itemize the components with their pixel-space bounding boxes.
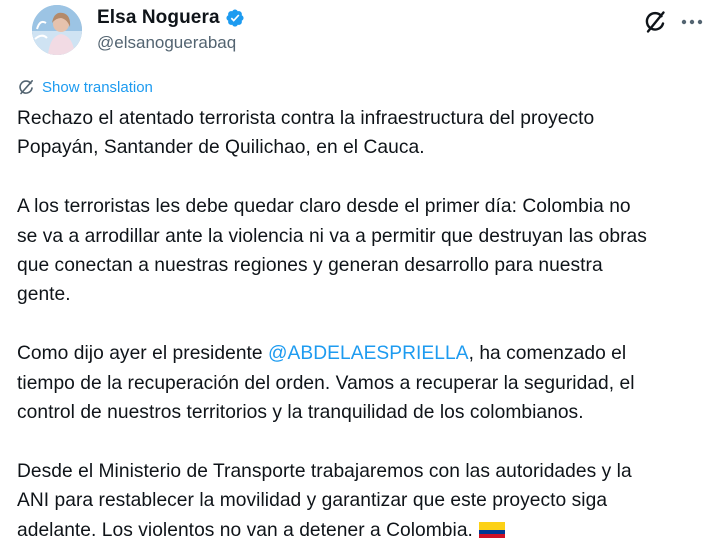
text-line: control de nuestros territorios y la tra… <box>17 402 584 424</box>
avatar[interactable] <box>32 5 82 55</box>
text-line: gente. <box>17 284 71 306</box>
more-options-icon[interactable] <box>680 12 704 32</box>
author-identity: Elsa Noguera @elsanoguerabaq <box>97 6 245 53</box>
show-translation-label[interactable]: Show translation <box>42 79 153 96</box>
tweet-card: Elsa Noguera @elsanoguerabaq Show transl… <box>0 0 720 541</box>
text-line: que conectan a nuestras regiones y gener… <box>17 255 603 277</box>
tweet-paragraph-3: Como dijo ayer el presidente @ABDELAESPR… <box>17 339 717 427</box>
tweet-paragraph-1: Rechazo el atentado terrorista contra la… <box>17 104 717 163</box>
profile-photo <box>32 5 82 55</box>
text-segment: , ha comenzado el <box>468 343 627 365</box>
grok-icon[interactable] <box>642 9 668 35</box>
show-translation-link[interactable]: Show translation <box>17 78 153 96</box>
tweet-text: Rechazo el atentado terrorista contra la… <box>17 104 717 541</box>
text-line: Rechazo el atentado terrorista contra la… <box>17 108 595 129</box>
text-line: Popayán, Santander de Quilichao, en el C… <box>17 137 425 159</box>
text-segment: adelante. Los violentos no van a detener… <box>17 519 473 541</box>
tweet-paragraph-2: A los terroristas les debe quedar claro … <box>17 192 717 310</box>
text-segment: Como dijo ayer el presidente <box>17 343 269 365</box>
text-line: ANI para restablecer la movilidad y gara… <box>17 490 608 512</box>
display-name[interactable]: Elsa Noguera <box>97 7 220 29</box>
text-line: Como dijo ayer el presidente @ABDELAESPR… <box>17 339 717 368</box>
verified-badge-icon <box>225 8 245 28</box>
text-line: A los terroristas les debe quedar claro … <box>17 196 631 218</box>
text-line: se va a arrodillar ante la violencia ni … <box>17 225 647 247</box>
text-line: adelante. Los violentos no van a detener… <box>17 516 717 541</box>
tweet-header: Elsa Noguera @elsanoguerabaq <box>17 0 704 76</box>
text-line: tiempo de la recuperación del orden. Vam… <box>17 372 635 394</box>
author-handle[interactable]: @elsanoguerabaq <box>97 33 245 53</box>
tweet-paragraph-4: Desde el Ministerio de Transporte trabaj… <box>17 457 717 541</box>
text-line: Desde el Ministerio de Transporte trabaj… <box>17 460 632 482</box>
globe-icon <box>17 78 35 96</box>
mention-link[interactable]: @ABDELAESPRIELLA <box>268 343 469 364</box>
name-row: Elsa Noguera <box>97 6 245 30</box>
colombia-flag-icon <box>478 520 505 540</box>
